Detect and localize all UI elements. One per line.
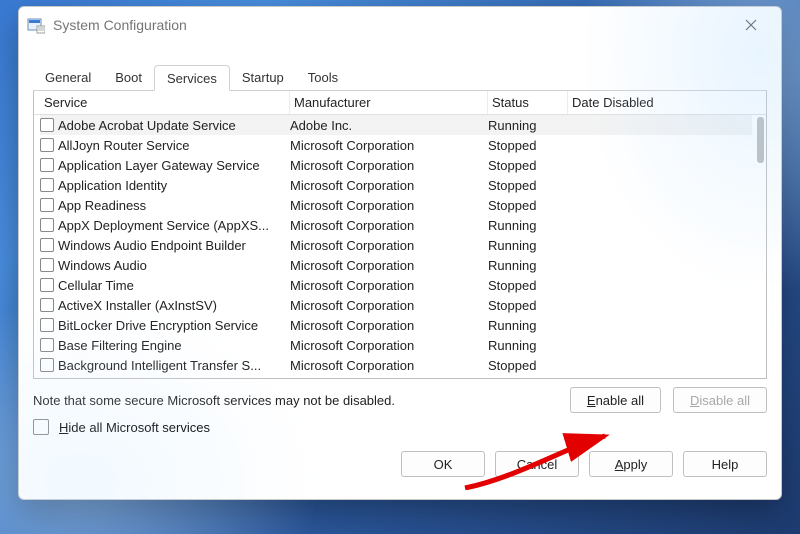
service-name: BitLocker Drive Encryption Service [58,318,290,333]
help-button[interactable]: Help [683,451,767,477]
service-status: Running [488,238,568,253]
hide-microsoft-checkbox[interactable]: Hide all Microsoft services [33,419,767,435]
service-name: Windows Audio Endpoint Builder [58,238,290,253]
service-status: Running [488,318,568,333]
disable-all-button[interactable]: Disable all [673,387,767,413]
dialog-buttons: OK Cancel Apply Help [33,451,767,477]
service-status: Stopped [488,138,568,153]
service-manufacturer: Microsoft Corporation [290,138,488,153]
service-manufacturer: Microsoft Corporation [290,298,488,313]
checkbox-icon [33,419,49,435]
service-status: Stopped [488,358,568,373]
service-manufacturer: Microsoft Corporation [290,198,488,213]
service-status: Stopped [488,178,568,193]
table-row[interactable]: AllJoyn Router ServiceMicrosoft Corporat… [40,135,752,155]
service-name: Application Identity [58,178,290,193]
service-manufacturer: Microsoft Corporation [290,218,488,233]
table-row[interactable]: BitLocker Drive Encryption ServiceMicros… [40,315,752,335]
service-checkbox[interactable] [40,138,54,152]
service-manufacturer: Microsoft Corporation [290,318,488,333]
table-row[interactable]: Application IdentityMicrosoft Corporatio… [40,175,752,195]
table-row[interactable]: AppX Deployment Service (AppXS...Microso… [40,215,752,235]
service-name: App Readiness [58,198,290,213]
secure-services-note: Note that some secure Microsoft services… [33,393,395,408]
service-manufacturer: Microsoft Corporation [290,278,488,293]
service-checkbox[interactable] [40,298,54,312]
service-status: Stopped [488,198,568,213]
service-checkbox[interactable] [40,258,54,272]
service-name: ActiveX Installer (AxInstSV) [58,298,290,313]
service-checkbox[interactable] [40,198,54,212]
service-checkbox[interactable] [40,178,54,192]
tab-boot[interactable]: Boot [103,65,154,91]
table-row[interactable]: Windows AudioMicrosoft CorporationRunnin… [40,255,752,275]
service-checkbox[interactable] [40,358,54,372]
service-manufacturer: Adobe Inc. [290,118,488,133]
service-manufacturer: Microsoft Corporation [290,158,488,173]
vertical-scrollbar[interactable] [753,93,764,376]
services-list: Service Manufacturer Status Date Disable… [33,91,767,379]
service-name: AppX Deployment Service (AppXS... [58,218,290,233]
service-status: Running [488,218,568,233]
apply-button[interactable]: Apply [589,451,673,477]
table-row[interactable]: App ReadinessMicrosoft CorporationStoppe… [40,195,752,215]
client-area: General Boot Services Startup Tools Serv… [19,43,781,499]
tabstrip: General Boot Services Startup Tools [33,65,767,91]
service-checkbox[interactable] [40,278,54,292]
service-name: Adobe Acrobat Update Service [58,118,290,133]
service-manufacturer: Microsoft Corporation [290,338,488,353]
service-name: Application Layer Gateway Service [58,158,290,173]
scrollbar-thumb[interactable] [757,117,764,163]
tab-tools[interactable]: Tools [296,65,350,91]
col-header-service[interactable]: Service [40,91,290,114]
service-manufacturer: Microsoft Corporation [290,258,488,273]
service-status: Stopped [488,298,568,313]
table-row[interactable]: Base Filtering EngineMicrosoft Corporati… [40,335,752,355]
table-row[interactable]: Windows Audio Endpoint BuilderMicrosoft … [40,235,752,255]
tab-services[interactable]: Services [154,65,230,91]
system-configuration-window: System Configuration General Boot Servic… [18,6,782,500]
service-status: Stopped [488,158,568,173]
service-name: Windows Audio [58,258,290,273]
service-manufacturer: Microsoft Corporation [290,358,488,373]
service-checkbox[interactable] [40,318,54,332]
table-row[interactable]: Background Intelligent Transfer S...Micr… [40,355,752,375]
titlebar: System Configuration [19,7,781,43]
tab-startup[interactable]: Startup [230,65,296,91]
list-body[interactable]: Adobe Acrobat Update ServiceAdobe Inc.Ru… [34,115,752,378]
service-checkbox[interactable] [40,338,54,352]
list-header: Service Manufacturer Status Date Disable… [34,91,766,115]
col-header-status[interactable]: Status [488,91,568,114]
enable-all-button[interactable]: Enable all [570,387,661,413]
hide-microsoft-label: Hide all Microsoft services [59,420,210,435]
col-header-date-disabled[interactable]: Date Disabled [568,91,718,114]
service-name: Background Intelligent Transfer S... [58,358,290,373]
service-status: Stopped [488,278,568,293]
service-name: Base Filtering Engine [58,338,290,353]
service-name: AllJoyn Router Service [58,138,290,153]
service-status: Running [488,338,568,353]
service-name: Cellular Time [58,278,290,293]
service-checkbox[interactable] [40,158,54,172]
service-manufacturer: Microsoft Corporation [290,178,488,193]
msconfig-icon [27,16,45,34]
table-row[interactable]: Cellular TimeMicrosoft CorporationStoppe… [40,275,752,295]
ok-button[interactable]: OK [401,451,485,477]
tab-general[interactable]: General [33,65,103,91]
service-manufacturer: Microsoft Corporation [290,238,488,253]
service-status: Running [488,118,568,133]
service-checkbox[interactable] [40,118,54,132]
cancel-button[interactable]: Cancel [495,451,579,477]
service-checkbox[interactable] [40,238,54,252]
table-row[interactable]: Application Layer Gateway ServiceMicroso… [40,155,752,175]
service-status: Running [488,258,568,273]
window-title: System Configuration [53,17,729,33]
table-row[interactable]: ActiveX Installer (AxInstSV)Microsoft Co… [40,295,752,315]
service-checkbox[interactable] [40,218,54,232]
col-header-manufacturer[interactable]: Manufacturer [290,91,488,114]
close-button[interactable] [729,9,773,41]
table-row[interactable]: Adobe Acrobat Update ServiceAdobe Inc.Ru… [40,115,752,135]
